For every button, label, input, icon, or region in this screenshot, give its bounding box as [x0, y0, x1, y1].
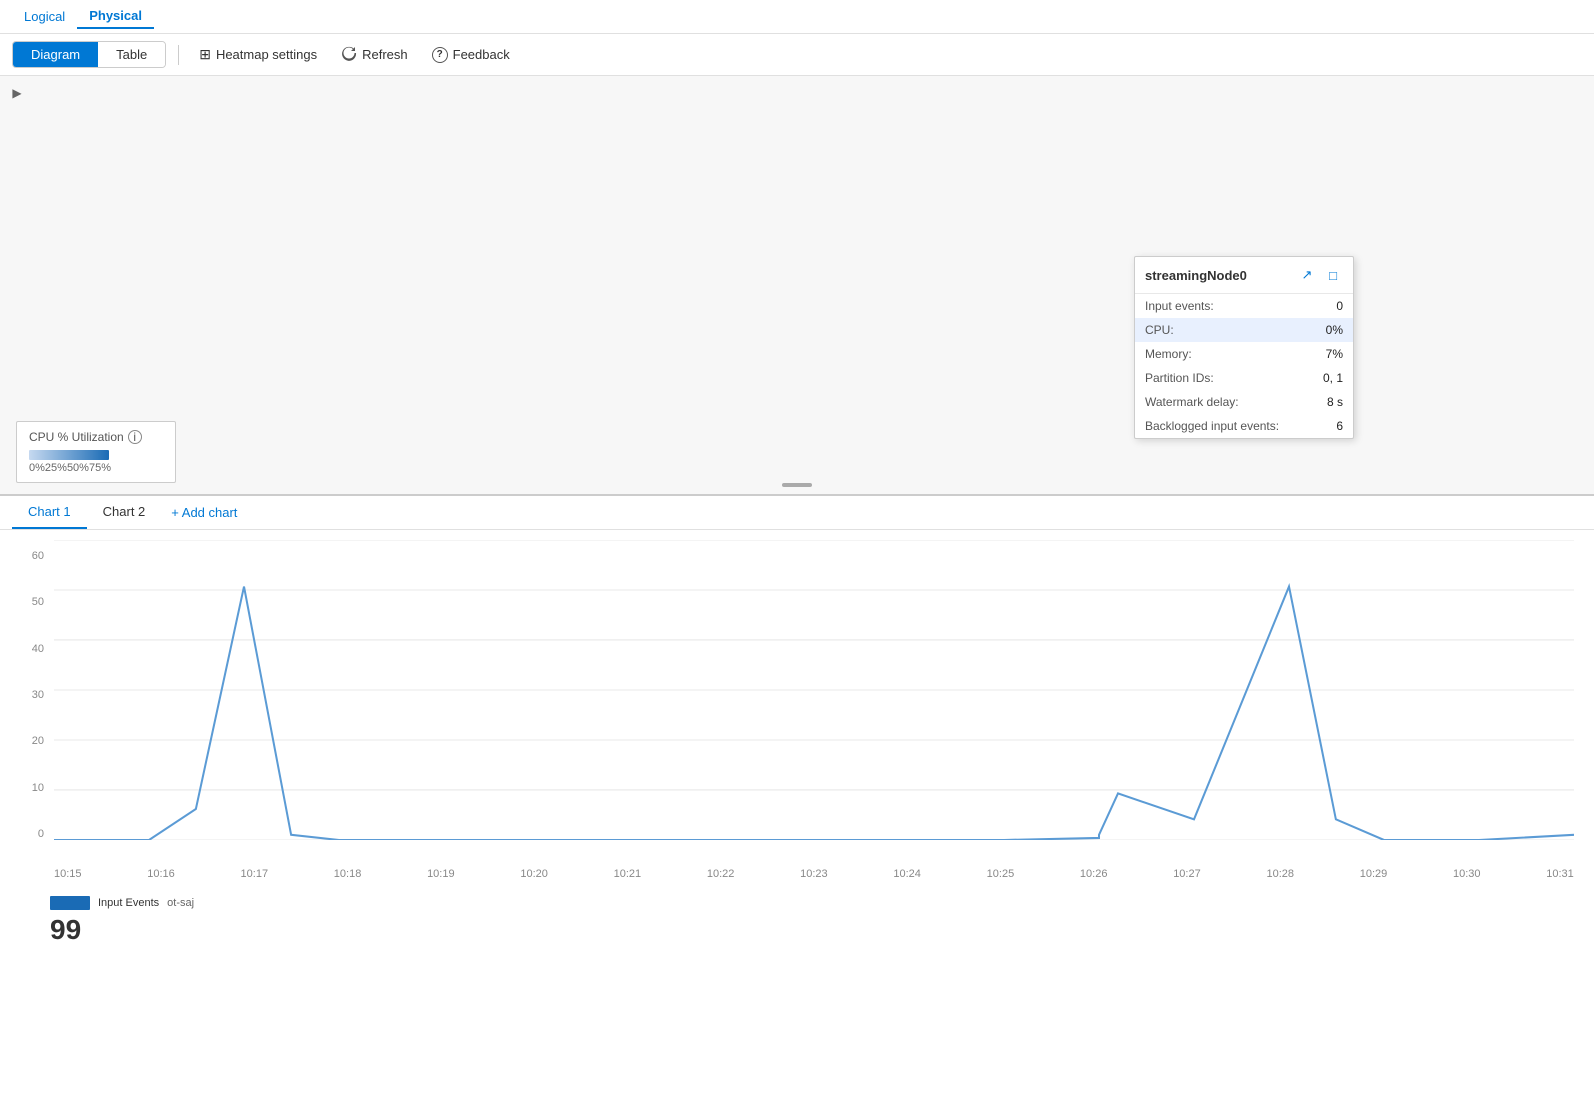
node-card: streamingNode0 ↗ □ Input events: 0 CPU: …	[1134, 256, 1354, 439]
refresh-icon	[341, 45, 357, 64]
chart-legend-label: Input Events	[98, 897, 159, 909]
node-row-backlogged: Backlogged input events: 6	[1135, 414, 1353, 438]
tab-logical[interactable]: Logical	[12, 5, 77, 28]
toolbar: Diagram Table ⊞ Heatmap settings Refresh…	[0, 34, 1594, 76]
top-tabs-container: Logical Physical	[0, 0, 1594, 34]
feedback-btn[interactable]: ? Feedback	[424, 42, 518, 68]
legend-scale	[29, 450, 163, 460]
node-icons: ↗ □	[1297, 265, 1343, 285]
legend-title: CPU % Utilization i	[29, 430, 163, 444]
chart-legend: Input Events ot-saj	[0, 890, 1594, 914]
tab-chart1[interactable]: Chart 1	[12, 496, 87, 529]
separator-1	[178, 45, 179, 65]
refresh-btn[interactable]: Refresh	[333, 40, 416, 69]
node-row-partition: Partition IDs: 0, 1	[1135, 366, 1353, 390]
chart-legend-sublabel: ot-saj	[167, 897, 194, 909]
node-row-watermark: Watermark delay: 8 s	[1135, 390, 1353, 414]
chart-current-value: 99	[0, 914, 1594, 954]
x-axis: 10:15 10:16 10:17 10:18 10:19 10:20 10:2…	[54, 868, 1574, 880]
node-name: streamingNode0	[1145, 268, 1247, 283]
add-chart-btn[interactable]: + Add chart	[161, 497, 247, 528]
table-btn[interactable]: Table	[98, 42, 165, 67]
charts-section: Chart 1 Chart 2 + Add chart 60 50 40 30 …	[0, 496, 1594, 954]
node-card-header: streamingNode0 ↗ □	[1135, 257, 1353, 294]
diagram-bottom-line	[0, 494, 1594, 495]
legend-labels: 0% 25% 50% 75%	[29, 462, 109, 474]
chart-tabs: Chart 1 Chart 2 + Add chart	[0, 496, 1594, 530]
collapse-handle[interactable]	[782, 483, 812, 487]
node-link-icon[interactable]: ↗	[1297, 265, 1317, 285]
tab-chart2[interactable]: Chart 2	[87, 496, 162, 529]
chart-svg	[54, 540, 1574, 840]
expand-diagram-btn[interactable]: ▶	[8, 84, 26, 102]
y-axis: 60 50 40 30 20 10 0	[0, 540, 50, 840]
node-expand-icon[interactable]: □	[1323, 265, 1343, 285]
question-icon: ?	[432, 47, 448, 63]
node-row-cpu: CPU: 0%	[1135, 318, 1353, 342]
tab-physical[interactable]: Physical	[77, 4, 154, 29]
view-toggle: Diagram Table	[12, 41, 166, 68]
heatmap-settings-btn[interactable]: ⊞ Heatmap settings	[191, 41, 325, 68]
node-row-input-events: Input events: 0	[1135, 294, 1353, 318]
diagram-area[interactable]: ▶ streamingNode0 ↗ □ Input events: 0 CPU…	[0, 76, 1594, 496]
node-row-memory: Memory: 7%	[1135, 342, 1353, 366]
chart-area: 60 50 40 30 20 10 0 10:15 10:16	[0, 530, 1594, 890]
cpu-legend-box: CPU % Utilization i 0% 25% 50% 75%	[16, 421, 176, 483]
heatmap-icon: ⊞	[199, 46, 211, 63]
chart-legend-color	[50, 896, 90, 910]
diagram-btn[interactable]: Diagram	[13, 42, 98, 67]
info-icon[interactable]: i	[128, 430, 142, 444]
legend-gradient	[29, 450, 109, 460]
